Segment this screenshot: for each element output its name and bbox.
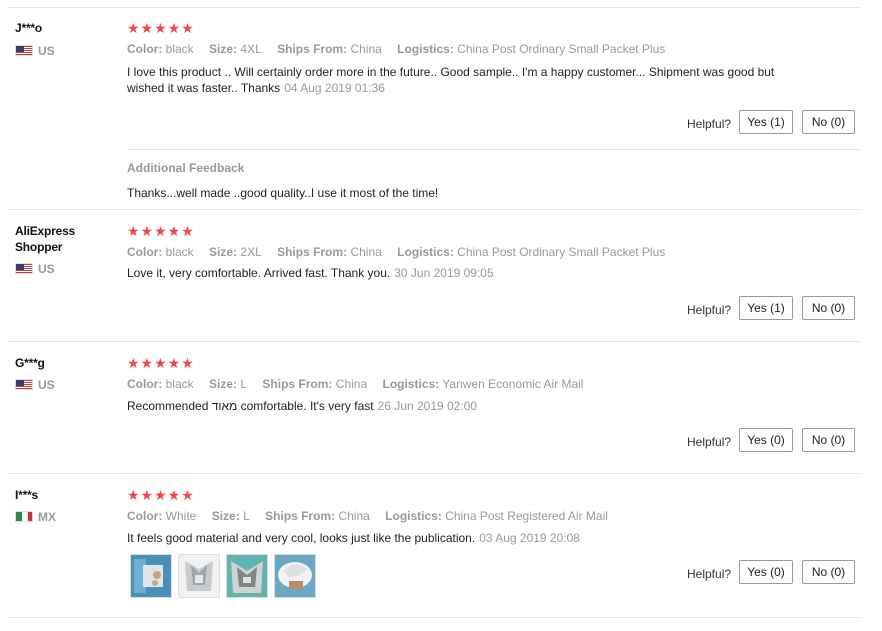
size-value: L xyxy=(240,377,248,391)
star-rating: ★★★★★ xyxy=(127,20,195,36)
reviewer-name: AliExpress Shopper xyxy=(15,224,76,254)
review-photo-thumbnail[interactable] xyxy=(226,554,268,598)
review-photo-thumbnail[interactable] xyxy=(274,554,316,598)
helpful-no-button[interactable]: No (0) xyxy=(802,560,855,584)
color-label: Color: xyxy=(127,377,163,391)
size-label: Size: xyxy=(209,377,238,391)
helpful-yes-button[interactable]: Yes (0) xyxy=(739,428,793,452)
photo-image xyxy=(131,555,171,597)
photo-image xyxy=(227,555,267,597)
us-flag-icon xyxy=(15,263,33,274)
us-flag-icon xyxy=(15,379,33,390)
size-value: 2XL xyxy=(240,245,262,259)
photo-image xyxy=(275,555,315,597)
reviewer-country: US xyxy=(15,45,55,57)
review-separator xyxy=(8,7,860,8)
ships-from-value: China xyxy=(350,245,382,259)
us-flag-icon xyxy=(15,45,33,56)
photo-image xyxy=(179,555,219,597)
helpful-label: Helpful? xyxy=(687,303,732,317)
review-attributes: Color: black Size: 4XL Ships From: China… xyxy=(127,42,677,56)
review-text: It feels good material and very cool, lo… xyxy=(127,530,777,546)
helpful-label: Helpful? xyxy=(687,567,732,581)
review-attributes: Color: black Size: 2XL Ships From: China… xyxy=(127,245,677,259)
logistics-label: Logistics: xyxy=(385,509,442,523)
ships-from-label: Ships From: xyxy=(277,42,348,56)
review-body: Love it, very comfortable. Arrived fast.… xyxy=(127,266,391,280)
review-separator xyxy=(8,209,860,210)
color-value: White xyxy=(165,509,197,523)
helpful-label: Helpful? xyxy=(687,117,732,131)
ships-from-value: China xyxy=(335,377,368,391)
color-value: black xyxy=(165,245,194,259)
color-value: black xyxy=(165,42,194,56)
review-attributes: Color: black Size: L Ships From: China L… xyxy=(127,377,595,391)
size-label: Size: xyxy=(209,245,238,259)
review-separator xyxy=(8,473,860,474)
helpful-yes-button[interactable]: Yes (1) xyxy=(739,110,793,134)
color-value: black xyxy=(165,377,194,391)
logistics-value: Yanwen Economic Air Mail xyxy=(442,377,584,391)
size-value: L xyxy=(243,509,250,523)
helpful-yes-button[interactable]: Yes (0) xyxy=(739,560,793,584)
ships-from-value: China xyxy=(338,509,370,523)
size-label: Size: xyxy=(209,42,238,56)
review-attributes: Color: White Size: L Ships From: China L… xyxy=(127,509,620,523)
additional-feedback-title: Additional Feedback xyxy=(127,161,245,175)
logistics-value: China Post Ordinary Small Packet Plus xyxy=(457,245,666,259)
logistics-label: Logistics: xyxy=(397,42,454,56)
color-label: Color: xyxy=(127,42,163,56)
review-separator xyxy=(8,341,860,342)
review-body: Recommended מאוד comfortable. It's very … xyxy=(127,399,374,413)
reviewer-country: US xyxy=(15,379,55,391)
logistics-value: China Post Registered Air Mail xyxy=(445,509,608,523)
review-date: 26 Jun 2019 02:00 xyxy=(377,399,478,413)
size-label: Size: xyxy=(211,509,240,523)
review-photo-thumbnail[interactable] xyxy=(130,554,172,598)
reviewer-country: US xyxy=(15,263,55,275)
review-date: 04 Aug 2019 01:36 xyxy=(284,81,385,95)
review-separator xyxy=(8,617,860,618)
review-date: 30 Jun 2019 09:05 xyxy=(394,266,494,280)
review-text: I love this product .. Will certainly or… xyxy=(127,64,777,96)
helpful-yes-button[interactable]: Yes (1) xyxy=(739,296,793,320)
color-label: Color: xyxy=(127,245,163,259)
star-rating: ★★★★★ xyxy=(127,487,195,503)
helpful-no-button[interactable]: No (0) xyxy=(802,428,855,452)
reviewer-country: MX xyxy=(15,511,56,523)
ships-from-label: Ships From: xyxy=(262,377,333,391)
ships-from-label: Ships From: xyxy=(277,245,348,259)
review-body: I love this product .. Will certainly or… xyxy=(127,65,775,95)
star-rating: ★★★★★ xyxy=(127,355,195,371)
size-value: 4XL xyxy=(240,42,262,56)
helpful-no-button[interactable]: No (0) xyxy=(802,296,855,320)
logistics-value: China Post Ordinary Small Packet Plus xyxy=(457,42,666,56)
reviewer-name: G***g xyxy=(15,356,45,370)
country-code: US xyxy=(38,262,55,276)
color-label: Color: xyxy=(127,509,163,523)
reviewer-name: I***s xyxy=(15,488,39,502)
ships-from-label: Ships From: xyxy=(265,509,336,523)
helpful-no-button[interactable]: No (0) xyxy=(802,110,855,134)
additional-feedback-text: Thanks...well made ..good quality..I use… xyxy=(127,186,439,200)
review-date: 03 Aug 2019 20:08 xyxy=(479,531,580,545)
ships-from-value: China xyxy=(350,42,382,56)
review-text: Recommended מאוד comfortable. It's very … xyxy=(127,398,777,414)
logistics-label: Logistics: xyxy=(397,245,454,259)
feedback-separator xyxy=(127,149,860,150)
review-body: It feels good material and very cool, lo… xyxy=(127,531,476,545)
country-code: MX xyxy=(38,510,56,524)
mx-flag-icon xyxy=(15,511,33,522)
logistics-label: Logistics: xyxy=(382,377,440,391)
star-rating: ★★★★★ xyxy=(127,223,195,239)
helpful-label: Helpful? xyxy=(687,435,732,449)
reviewer-name: J***o xyxy=(15,21,43,35)
country-code: US xyxy=(38,44,55,58)
review-text: Love it, very comfortable. Arrived fast.… xyxy=(127,265,777,281)
review-photo-thumbnail[interactable] xyxy=(178,554,220,598)
country-code: US xyxy=(38,378,55,392)
